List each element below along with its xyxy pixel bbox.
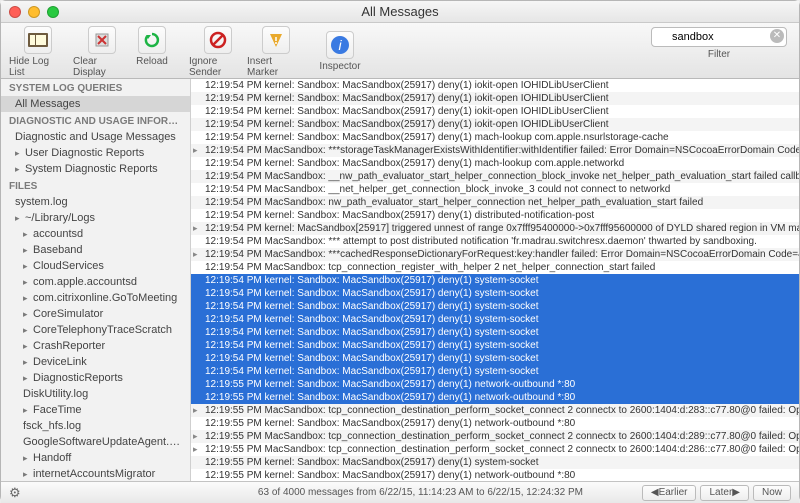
log-row[interactable]: 12:19:54 PM kernel: Sandbox: MacSandbox(…	[191, 313, 799, 326]
log-row[interactable]: 12:19:54 PM kernel: Sandbox: MacSandbox(…	[191, 92, 799, 105]
sidebar-item[interactable]: Baseband	[1, 242, 190, 258]
sidebar-item[interactable]: CloudServices	[1, 258, 190, 274]
log-row[interactable]: 12:19:55 PM kernel: Sandbox: MacSandbox(…	[191, 456, 799, 469]
sidebar-item[interactable]: Diagnostic and Usage Messages	[1, 129, 190, 145]
disclosure-icon[interactable]: ▸	[193, 404, 198, 417]
log-row[interactable]: 12:19:54 PM kernel: Sandbox: MacSandbox(…	[191, 157, 799, 170]
sidebar-item[interactable]: ~/Library/Logs	[1, 210, 190, 226]
sidebar-item[interactable]: CoreTelephonyTraceScratch	[1, 322, 190, 338]
titlebar: All Messages	[1, 1, 799, 23]
sidebar-item[interactable]: fsck_hfs.log	[1, 418, 190, 434]
log-row[interactable]: 12:19:54 PM kernel: Sandbox: MacSandbox(…	[191, 79, 799, 92]
log-row[interactable]: ▸12:19:54 PM MacSandbox: ***cachedRespon…	[191, 248, 799, 261]
filter-input[interactable]	[651, 27, 787, 47]
log-row[interactable]: ▸12:19:55 PM MacSandbox: tcp_connection_…	[191, 404, 799, 417]
clear-display-button[interactable]: Clear Display	[73, 26, 131, 78]
sidebar-item[interactable]: FaceTime	[1, 402, 190, 418]
log-row[interactable]: 12:19:54 PM kernel: Sandbox: MacSandbox(…	[191, 274, 799, 287]
sidebar-item[interactable]: DiagnosticReports	[1, 370, 190, 386]
sidebar-item[interactable]: DeviceLink	[1, 354, 190, 370]
window-title: All Messages	[1, 4, 799, 19]
log-row[interactable]: 12:19:54 PM kernel: Sandbox: MacSandbox(…	[191, 352, 799, 365]
disclosure-icon[interactable]: ▸	[193, 222, 198, 235]
sidebar-item[interactable]: Handoff	[1, 450, 190, 466]
log-row[interactable]: 12:19:54 PM kernel: Sandbox: MacSandbox(…	[191, 131, 799, 144]
sidebar-section-header: DIAGNOSTIC AND USAGE INFORMATI…	[1, 112, 190, 129]
sidebar-section-header: FILES	[1, 177, 190, 194]
sidebar-item[interactable]: com.citrixonline.GoToMeeting	[1, 290, 190, 306]
log-row[interactable]: ▸12:19:54 PM kernel: MacSandbox[25917] t…	[191, 222, 799, 235]
toolbar: Hide Log List Clear Display Reload Ignor…	[1, 23, 799, 79]
sidebar-item[interactable]: com.apple.accountsd	[1, 274, 190, 290]
sidebar-section-header: SYSTEM LOG QUERIES	[1, 79, 190, 96]
clear-filter-button[interactable]: ✕	[770, 29, 784, 43]
log-row[interactable]: 12:19:54 PM kernel: Sandbox: MacSandbox(…	[191, 339, 799, 352]
log-row[interactable]: ▸12:19:55 PM MacSandbox: tcp_connection_…	[191, 443, 799, 456]
sidebar-item[interactable]: All Messages	[1, 96, 190, 112]
log-row[interactable]: 12:19:54 PM MacSandbox: *** attempt to p…	[191, 235, 799, 248]
log-content[interactable]: 12:19:54 PM kernel: Sandbox: MacSandbox(…	[191, 79, 799, 481]
log-row[interactable]: 12:19:54 PM MacSandbox: tcp_connection_r…	[191, 261, 799, 274]
log-row[interactable]: 12:19:55 PM kernel: Sandbox: MacSandbox(…	[191, 417, 799, 430]
sidebar: SYSTEM LOG QUERIESAll MessagesDIAGNOSTIC…	[1, 79, 191, 481]
ignore-sender-button[interactable]: Ignore Sender	[189, 26, 247, 78]
info-icon: i	[326, 31, 354, 59]
log-row[interactable]: 12:19:54 PM kernel: Sandbox: MacSandbox(…	[191, 209, 799, 222]
clear-icon	[88, 26, 116, 54]
panel-icon	[24, 26, 52, 54]
log-row[interactable]: 12:19:55 PM kernel: Sandbox: MacSandbox(…	[191, 391, 799, 404]
sidebar-item[interactable]: GoogleSoftwareUpdateAgent.log	[1, 434, 190, 450]
log-row[interactable]: 12:19:54 PM kernel: Sandbox: MacSandbox(…	[191, 105, 799, 118]
disclosure-icon[interactable]: ▸	[193, 443, 198, 456]
log-row[interactable]: ▸12:19:55 PM MacSandbox: tcp_connection_…	[191, 430, 799, 443]
disclosure-icon[interactable]: ▸	[193, 430, 198, 443]
now-button[interactable]: Now	[753, 485, 791, 501]
log-row[interactable]: 12:19:54 PM kernel: Sandbox: MacSandbox(…	[191, 118, 799, 131]
sidebar-item[interactable]: CoreSimulator	[1, 306, 190, 322]
sidebar-item[interactable]: CrashReporter	[1, 338, 190, 354]
filter-label: Filter	[708, 49, 730, 60]
hide-log-list-button[interactable]: Hide Log List	[9, 26, 67, 78]
log-row[interactable]: 12:19:54 PM kernel: Sandbox: MacSandbox(…	[191, 365, 799, 378]
log-row[interactable]: 12:19:54 PM MacSandbox: nw_path_evaluato…	[191, 196, 799, 209]
marker-icon	[262, 26, 290, 54]
log-row[interactable]: 12:19:54 PM MacSandbox: __net_helper_get…	[191, 183, 799, 196]
log-row[interactable]: ▸12:19:54 PM MacSandbox: ***storageTaskM…	[191, 144, 799, 157]
sidebar-item[interactable]: system.log	[1, 194, 190, 210]
disclosure-icon[interactable]: ▸	[193, 144, 198, 157]
earlier-button[interactable]: ◀ Earlier	[642, 485, 697, 501]
statusbar: ⚙ 63 of 4000 messages from 6/22/15, 11:1…	[1, 481, 799, 503]
sidebar-item[interactable]: User Diagnostic Reports	[1, 145, 190, 161]
reload-button[interactable]: Reload	[131, 26, 173, 78]
reload-icon	[138, 26, 166, 54]
log-row[interactable]: 12:19:55 PM kernel: Sandbox: MacSandbox(…	[191, 469, 799, 481]
sidebar-item[interactable]: internetAccountsMigrator	[1, 466, 190, 481]
disclosure-icon[interactable]: ▸	[193, 248, 198, 261]
log-row[interactable]: 12:19:54 PM kernel: Sandbox: MacSandbox(…	[191, 300, 799, 313]
sidebar-item[interactable]: System Diagnostic Reports	[1, 161, 190, 177]
sidebar-item[interactable]: accountsd	[1, 226, 190, 242]
gear-icon[interactable]: ⚙	[9, 485, 21, 501]
insert-marker-button[interactable]: Insert Marker	[247, 26, 305, 78]
log-row[interactable]: 12:19:54 PM kernel: Sandbox: MacSandbox(…	[191, 287, 799, 300]
later-button[interactable]: Later ▶	[700, 485, 749, 501]
status-summary: 63 of 4000 messages from 6/22/15, 11:14:…	[199, 487, 642, 498]
ignore-icon	[204, 26, 232, 54]
sidebar-item[interactable]: DiskUtility.log	[1, 386, 190, 402]
log-row[interactable]: 12:19:55 PM kernel: Sandbox: MacSandbox(…	[191, 378, 799, 391]
log-row[interactable]: 12:19:54 PM MacSandbox: __nw_path_evalua…	[191, 170, 799, 183]
inspector-button[interactable]: i Inspector	[311, 31, 369, 72]
log-row[interactable]: 12:19:54 PM kernel: Sandbox: MacSandbox(…	[191, 326, 799, 339]
